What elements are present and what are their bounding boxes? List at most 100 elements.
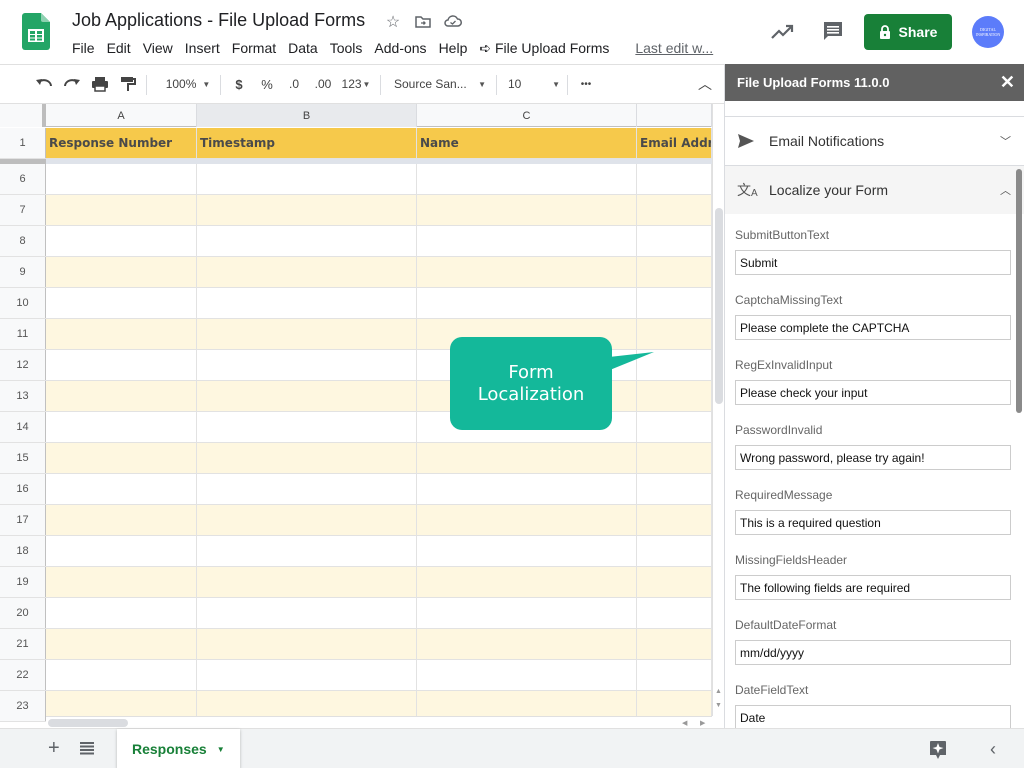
grid-cell[interactable]: [46, 474, 197, 504]
zoom-select[interactable]: 100% ▼: [160, 73, 216, 95]
grid-cell[interactable]: [197, 226, 417, 256]
grid-cell[interactable]: [46, 598, 197, 628]
column-header-d[interactable]: [637, 104, 712, 127]
row-number[interactable]: 22: [0, 660, 46, 690]
grid-cell[interactable]: [417, 536, 637, 566]
all-sheets-list-icon[interactable]: [80, 741, 94, 755]
grid-cell[interactable]: [417, 443, 637, 473]
add-sheet-icon[interactable]: +: [48, 737, 60, 760]
grid-cell[interactable]: [46, 195, 197, 225]
grid-cell[interactable]: [637, 288, 712, 318]
menu-file-upload-forms[interactable]: ➪ File Upload Forms: [473, 38, 615, 59]
row-number[interactable]: 14: [0, 412, 46, 442]
row-number[interactable]: 9: [0, 257, 46, 287]
select-all-corner[interactable]: [0, 104, 46, 127]
vertical-scrollbar[interactable]: ▲ ▼: [712, 104, 724, 716]
column-header-c[interactable]: C: [417, 104, 637, 127]
row-number[interactable]: 17: [0, 505, 46, 535]
grid-cell[interactable]: [46, 443, 197, 473]
side-panel-toggle-chevron-left-icon[interactable]: ‹: [990, 739, 996, 760]
grid-cell[interactable]: [637, 195, 712, 225]
grid-cell[interactable]: [417, 288, 637, 318]
star-icon[interactable]: ☆: [383, 12, 403, 32]
field-input[interactable]: The following fields are required: [735, 575, 1011, 600]
grid-cell[interactable]: [637, 629, 712, 659]
row-number[interactable]: 13: [0, 381, 46, 411]
paint-format-icon[interactable]: [118, 73, 138, 95]
menu-help[interactable]: Help: [433, 38, 474, 59]
row-number[interactable]: 19: [0, 567, 46, 597]
grid-cell[interactable]: [46, 350, 197, 380]
grid-cell[interactable]: [637, 257, 712, 287]
row-number[interactable]: 1: [0, 128, 46, 158]
menu-add-ons[interactable]: Add-ons: [368, 38, 432, 59]
activity-dashboard-icon[interactable]: [770, 22, 794, 42]
field-input[interactable]: Please check your input: [735, 380, 1011, 405]
grid-cell[interactable]: [637, 164, 712, 194]
row-number[interactable]: 7: [0, 195, 46, 225]
grid-cell[interactable]: [417, 505, 637, 535]
grid-cell[interactable]: [197, 567, 417, 597]
grid-cell[interactable]: [197, 288, 417, 318]
grid-cell[interactable]: [46, 536, 197, 566]
grid-cell[interactable]: [197, 350, 417, 380]
font-size-select[interactable]: 10 ▼: [508, 73, 560, 95]
grid-cell[interactable]: [417, 195, 637, 225]
grid-cell[interactable]: [637, 536, 712, 566]
field-input[interactable]: Submit: [735, 250, 1011, 275]
row-number[interactable]: 23: [0, 691, 46, 721]
grid-cell[interactable]: [46, 660, 197, 690]
move-folder-icon[interactable]: [413, 12, 433, 32]
grid-cell[interactable]: [637, 443, 712, 473]
grid-cell[interactable]: [46, 567, 197, 597]
row-number[interactable]: 18: [0, 536, 46, 566]
grid-cell[interactable]: [46, 164, 197, 194]
grid-cell[interactable]: [637, 381, 712, 411]
grid-cell[interactable]: [197, 412, 417, 442]
scroll-down-arrow-icon[interactable]: ▼: [715, 702, 722, 709]
grid-cell[interactable]: [46, 226, 197, 256]
column-header-a[interactable]: A: [46, 104, 197, 127]
column-header-b[interactable]: B: [197, 104, 417, 127]
row-number[interactable]: 12: [0, 350, 46, 380]
row-number[interactable]: 8: [0, 226, 46, 256]
grid-cell[interactable]: [197, 474, 417, 504]
menu-view[interactable]: View: [137, 38, 179, 59]
field-input[interactable]: Wrong password, please try again!: [735, 445, 1011, 470]
menu-tools[interactable]: Tools: [324, 38, 369, 59]
tab-menu-caret-icon[interactable]: ▼: [217, 745, 225, 754]
vertical-scroll-thumb[interactable]: [715, 208, 723, 404]
font-family-select[interactable]: Source San... ▼: [394, 73, 486, 95]
field-input[interactable]: Date: [735, 705, 1011, 728]
grid-cell[interactable]: [637, 567, 712, 597]
account-avatar[interactable]: DIGITAL INSPIRATION: [972, 16, 1004, 48]
explore-icon[interactable]: [929, 740, 947, 760]
row-number[interactable]: 21: [0, 629, 46, 659]
grid-cell[interactable]: [46, 629, 197, 659]
header-cell-timestamp[interactable]: Timestamp: [197, 128, 417, 158]
grid-cell[interactable]: [637, 319, 712, 349]
row-number[interactable]: 11: [0, 319, 46, 349]
grid-cell[interactable]: [197, 536, 417, 566]
grid-cell[interactable]: [637, 505, 712, 535]
row-number[interactable]: 20: [0, 598, 46, 628]
grid-cell[interactable]: [197, 660, 417, 690]
grid-cell[interactable]: [417, 164, 637, 194]
row-number[interactable]: 16: [0, 474, 46, 504]
grid-cell[interactable]: [637, 412, 712, 442]
grid-cell[interactable]: [417, 660, 637, 690]
grid-cell[interactable]: [417, 567, 637, 597]
menu-format[interactable]: Format: [226, 38, 282, 59]
grid-cell[interactable]: [46, 288, 197, 318]
grid-cell[interactable]: [197, 381, 417, 411]
last-edit-link[interactable]: Last edit w...: [629, 38, 719, 59]
print-icon[interactable]: [90, 73, 110, 95]
grid-cell[interactable]: [417, 257, 637, 287]
scroll-left-arrow-icon[interactable]: ◀: [682, 719, 687, 727]
header-cell-response-number[interactable]: Response Number: [46, 128, 197, 158]
row-number[interactable]: 10: [0, 288, 46, 318]
grid-cell[interactable]: [417, 226, 637, 256]
grid-cell[interactable]: [46, 381, 197, 411]
grid-cell[interactable]: [197, 319, 417, 349]
sidebar-scrollbar[interactable]: [1016, 169, 1022, 413]
